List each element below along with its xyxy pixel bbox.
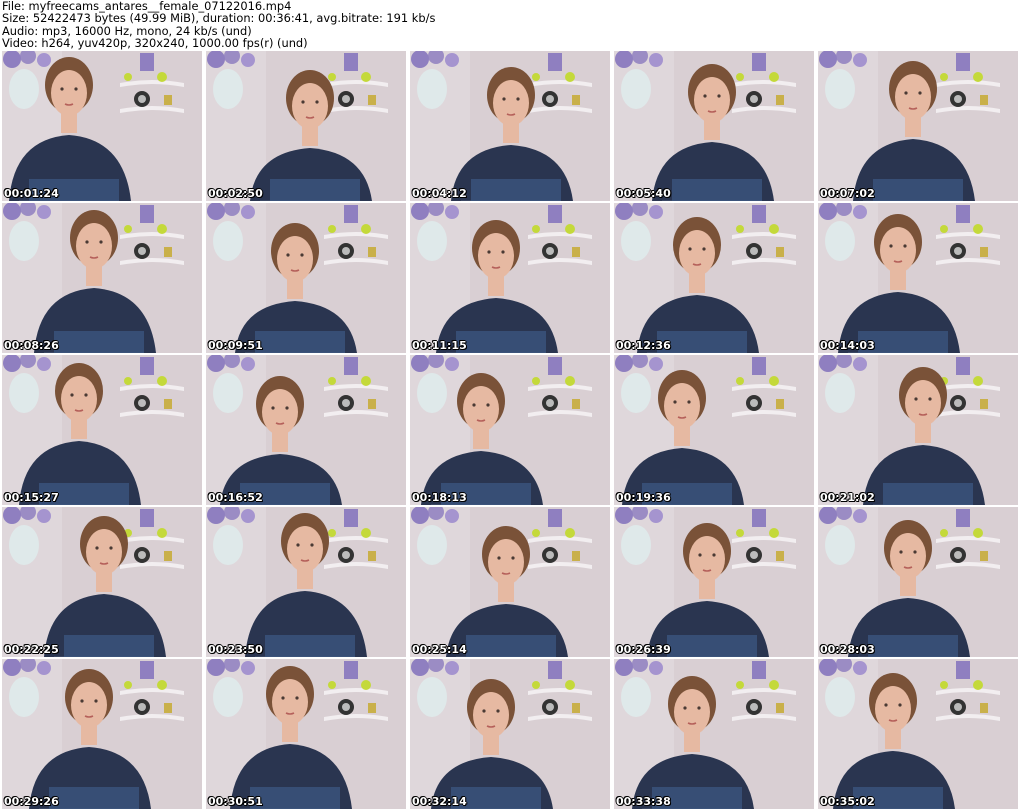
frame-image xyxy=(2,203,202,353)
thumbnail-timestamp: 00:07:02 xyxy=(820,187,875,200)
frame-image xyxy=(410,355,610,505)
video-thumbnail: 00:35:02 xyxy=(818,659,1018,809)
file-info-header: File: myfreecams_antares__female_0712201… xyxy=(2,0,1022,50)
video-info-line: Video: h264, yuv420p, 320x240, 1000.00 f… xyxy=(2,35,308,50)
thumbnail-timestamp: 00:35:02 xyxy=(820,795,875,808)
video-thumbnail: 00:01:24 xyxy=(2,51,202,201)
frame-image xyxy=(410,51,610,201)
frame-image xyxy=(614,659,814,809)
frame-image xyxy=(818,355,1018,505)
video-thumbnail: 00:15:27 xyxy=(2,355,202,505)
frame-image xyxy=(2,659,202,809)
thumbnail-timestamp: 00:28:03 xyxy=(820,643,875,656)
video-thumbnail: 00:09:51 xyxy=(206,203,406,353)
frame-image xyxy=(614,203,814,353)
video-thumbnail: 00:21:02 xyxy=(818,355,1018,505)
thumbnail-timestamp: 00:09:51 xyxy=(208,339,263,352)
video-thumbnail: 00:33:38 xyxy=(614,659,814,809)
frame-image xyxy=(206,507,406,657)
frame-image xyxy=(818,659,1018,809)
thumbnail-grid: 00:01:24 00:02:50 00:04:12 00:05:40 00:07:02… xyxy=(2,51,1022,809)
frame-image xyxy=(206,355,406,505)
frame-image xyxy=(2,507,202,657)
frame-image xyxy=(206,51,406,201)
thumbnail-timestamp: 00:11:15 xyxy=(412,339,467,352)
thumbnail-timestamp: 00:29:26 xyxy=(4,795,59,808)
video-thumbnail: 00:08:26 xyxy=(2,203,202,353)
thumbnail-timestamp: 00:26:39 xyxy=(616,643,671,656)
video-thumbnail: 00:11:15 xyxy=(410,203,610,353)
frame-image xyxy=(410,203,610,353)
frame-image xyxy=(818,203,1018,353)
thumbnail-timestamp: 00:22:25 xyxy=(4,643,59,656)
frame-image xyxy=(818,51,1018,201)
thumbnail-timestamp: 00:16:52 xyxy=(208,491,263,504)
frame-image xyxy=(206,203,406,353)
frame-image xyxy=(206,659,406,809)
video-thumbnail: 00:14:03 xyxy=(818,203,1018,353)
thumbnail-timestamp: 00:19:36 xyxy=(616,491,671,504)
file-size-line: Size: 52422473 bytes (49.99 MiB), durati… xyxy=(2,11,436,26)
frame-image xyxy=(410,507,610,657)
frame-image xyxy=(614,507,814,657)
video-thumbnail: 00:26:39 xyxy=(614,507,814,657)
frame-image xyxy=(410,659,610,809)
thumbnail-timestamp: 00:05:40 xyxy=(616,187,671,200)
video-thumbnail: 00:19:36 xyxy=(614,355,814,505)
thumbnail-timestamp: 00:25:14 xyxy=(412,643,467,656)
video-thumbnail: 00:25:14 xyxy=(410,507,610,657)
thumbnail-timestamp: 00:30:51 xyxy=(208,795,263,808)
thumbnail-timestamp: 00:12:36 xyxy=(616,339,671,352)
video-thumbnail: 00:30:51 xyxy=(206,659,406,809)
video-thumbnail: 00:28:03 xyxy=(818,507,1018,657)
video-thumbnail: 00:23:50 xyxy=(206,507,406,657)
frame-image xyxy=(2,51,202,201)
video-thumbnail: 00:16:52 xyxy=(206,355,406,505)
thumbnail-timestamp: 00:32:14 xyxy=(412,795,467,808)
video-thumbnail: 00:29:26 xyxy=(2,659,202,809)
video-thumbnail: 00:18:13 xyxy=(410,355,610,505)
video-thumbnail: 00:05:40 xyxy=(614,51,814,201)
frame-image xyxy=(614,51,814,201)
thumbnail-timestamp: 00:18:13 xyxy=(412,491,467,504)
video-thumbnail: 00:02:50 xyxy=(206,51,406,201)
thumbnail-timestamp: 00:15:27 xyxy=(4,491,59,504)
video-thumbnail: 00:22:25 xyxy=(2,507,202,657)
video-thumbnail: 00:04:12 xyxy=(410,51,610,201)
thumbnail-timestamp: 00:21:02 xyxy=(820,491,875,504)
thumbnail-timestamp: 00:33:38 xyxy=(616,795,671,808)
frame-image xyxy=(614,355,814,505)
thumbnail-timestamp: 00:04:12 xyxy=(412,187,467,200)
video-thumbnail: 00:12:36 xyxy=(614,203,814,353)
video-thumbnail: 00:32:14 xyxy=(410,659,610,809)
thumbnail-timestamp: 00:02:50 xyxy=(208,187,263,200)
thumbnail-timestamp: 00:01:24 xyxy=(4,187,59,200)
thumbnail-timestamp: 00:08:26 xyxy=(4,339,59,352)
frame-image xyxy=(818,507,1018,657)
frame-image xyxy=(2,355,202,505)
thumbnail-timestamp: 00:23:50 xyxy=(208,643,263,656)
thumbnail-timestamp: 00:14:03 xyxy=(820,339,875,352)
video-thumbnail: 00:07:02 xyxy=(818,51,1018,201)
